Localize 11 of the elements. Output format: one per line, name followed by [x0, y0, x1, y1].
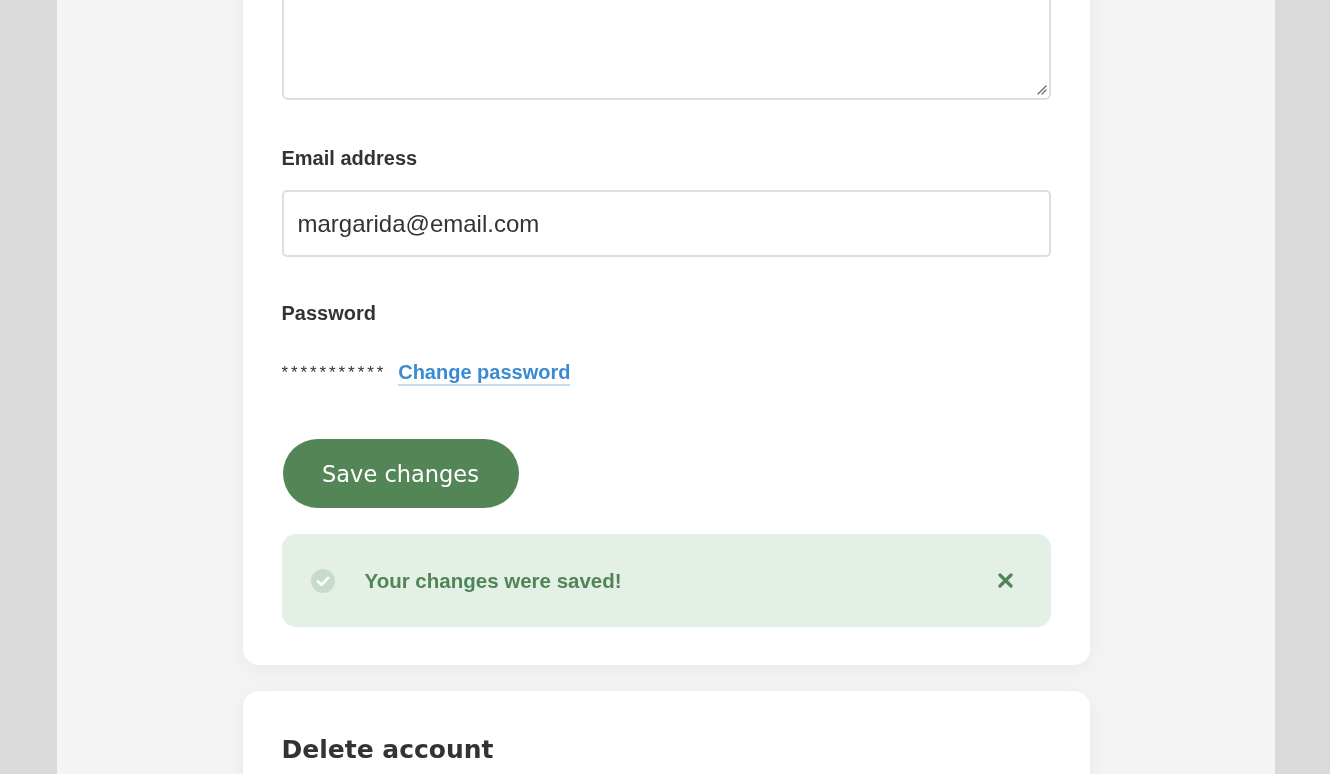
change-password-link[interactable]: Change password [398, 360, 571, 386]
field-label: Email address [281, 146, 418, 170]
alert-message: Your changes were saved! [364, 568, 622, 593]
resize-grip-icon[interactable] [1036, 85, 1047, 95]
save-changes-button[interactable]: Save changes [282, 439, 519, 508]
close-icon[interactable] [997, 573, 1013, 588]
section-heading: Delete account [281, 734, 494, 766]
email-input[interactable]: margarida@email.com [281, 190, 1051, 257]
check-circle-icon [310, 568, 335, 593]
password-mask-text: *********** [281, 362, 387, 384]
field-label: Password [281, 301, 376, 325]
